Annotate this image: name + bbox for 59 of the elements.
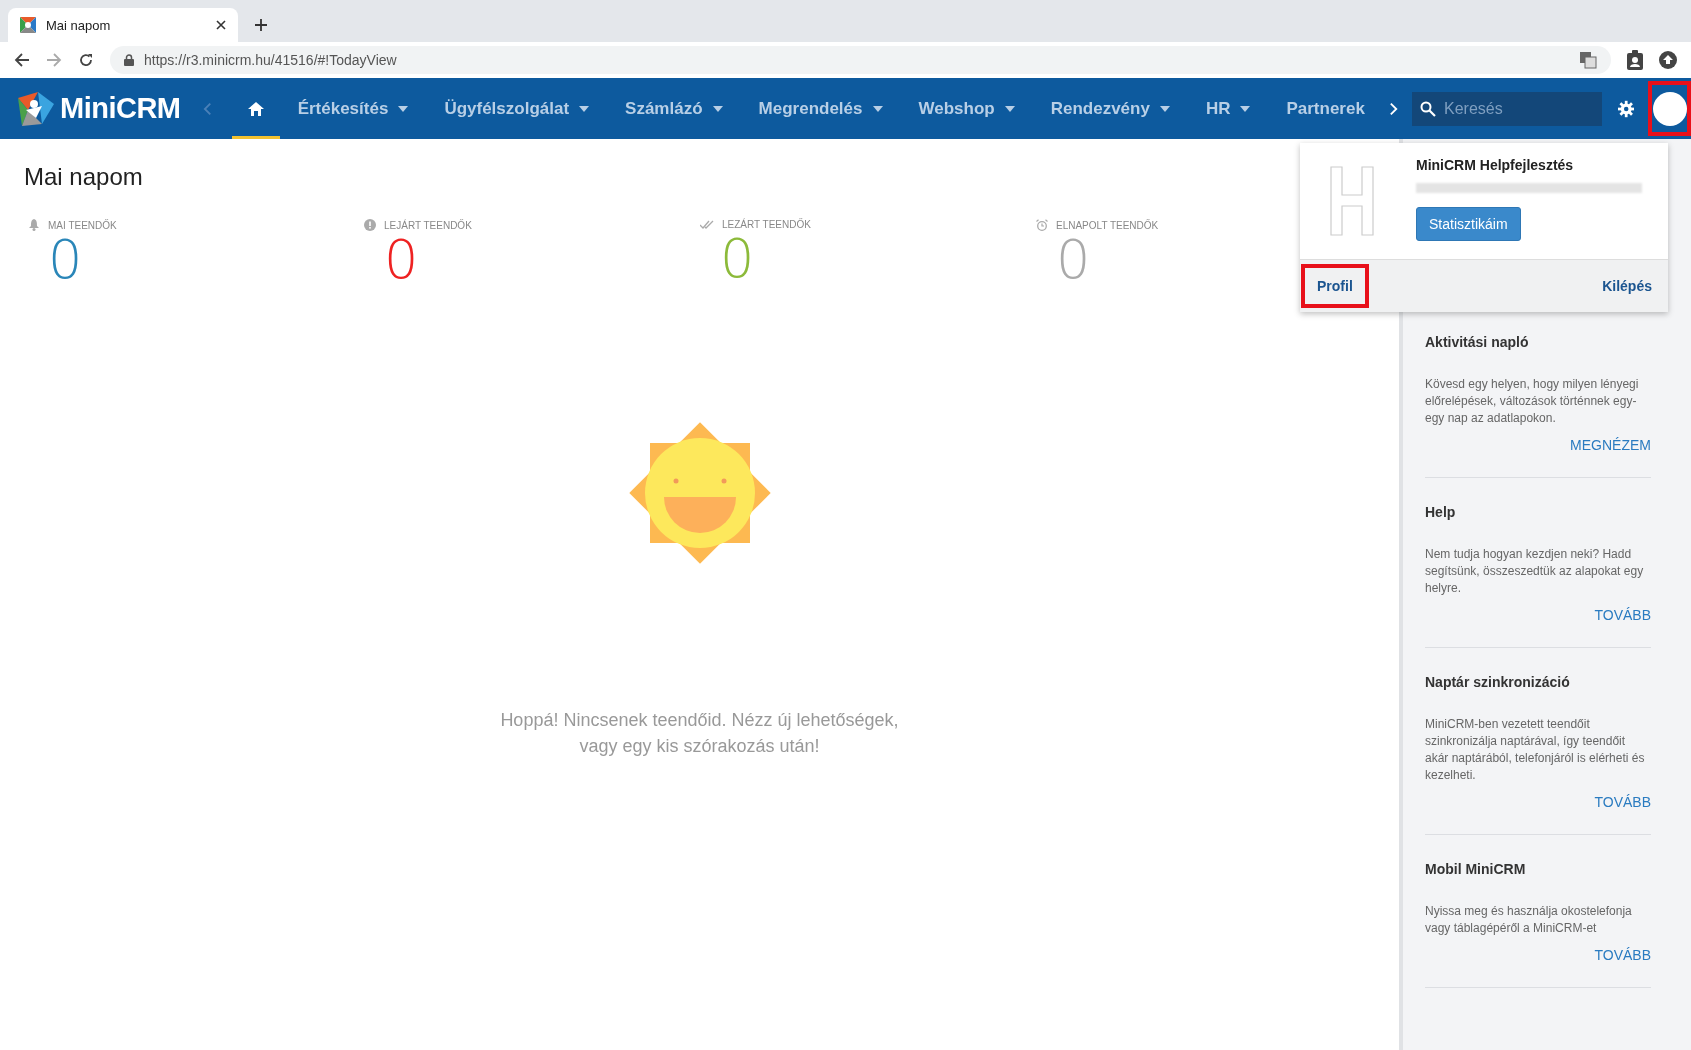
section-link[interactable]: MEGNÉZEM (1570, 437, 1651, 453)
section-link[interactable]: TOVÁBB (1594, 947, 1651, 963)
back-icon[interactable] (14, 52, 30, 68)
app-logo-icon (20, 17, 36, 33)
stat-label: ELNAPOLT TEENDŐK (1056, 219, 1159, 231)
nav-menu-item[interactable]: Partnerek (1268, 78, 1383, 139)
letter-mark-icon (1330, 166, 1374, 236)
stat-count: 0 (48, 233, 83, 287)
browser-tab[interactable]: Mai napom (8, 8, 238, 42)
new-tab-icon[interactable] (254, 18, 268, 32)
empty-message: vagy egy kis szórakozás után! (579, 735, 820, 758)
clipboard-person-icon[interactable] (1627, 50, 1643, 70)
translate-icon[interactable] (1579, 51, 1597, 69)
section-link[interactable]: TOVÁBB (1594, 794, 1651, 810)
empty-message: Hoppá! Nincsenek teendőid. Nézz új lehetőségek, (500, 709, 899, 732)
reload-icon[interactable] (78, 52, 94, 68)
avatar[interactable] (1652, 91, 1687, 126)
search-field[interactable]: Keresés (1412, 91, 1602, 126)
settings-icon[interactable] (1618, 99, 1635, 118)
double-check-icon (700, 219, 714, 230)
stat-label: LEJÁRT TEENDŐK (384, 219, 472, 231)
section-title: Aktivitási napló (1425, 334, 1530, 350)
stat-count: 0 (720, 232, 755, 286)
stat-count: 0 (1056, 233, 1091, 287)
chevron-right-icon[interactable] (1388, 100, 1398, 117)
stat-label: MAI TEENDŐK (48, 219, 117, 231)
nav-menu-item[interactable]: HR (1187, 78, 1269, 139)
profile-link[interactable]: Profil (1301, 264, 1369, 308)
nav-menu-item[interactable]: Megrendelés (740, 78, 901, 139)
logo-icon (16, 89, 56, 128)
address-field[interactable]: https://r3.minicrm.hu/41516/#!TodayView (110, 46, 1611, 74)
section-title: Naptár szinkronizáció (1425, 674, 1571, 690)
stat-label: LEZÁRT TEENDŐK (722, 219, 811, 230)
tab-title: Mai napom (46, 17, 112, 33)
nav-menu-item[interactable]: Értékesítés (279, 78, 427, 139)
section-text: Kövesd egy helyen, hogy milyen lényegi előrelépések, változások történnek egy-egy nap az adatlapokon. (1425, 376, 1640, 427)
stats-button[interactable]: Statisztikáim (1416, 207, 1521, 241)
stat-count: 0 (384, 233, 419, 287)
section-text: Nem tudja hogyan kezdjen neki? Hadd segítsünk, összeszedtük az alapokat egy helyre. (1425, 546, 1645, 597)
logo-text[interactable]: MiniCRM (60, 92, 181, 125)
section-title: Help (1425, 504, 1457, 520)
nav-menu-item[interactable]: Webshop (900, 78, 1033, 139)
nav-menu-item[interactable]: Számlázó (607, 78, 741, 139)
section-text: MiniCRM-ben vezetett teendőit szinkronizálja naptárával, így teendőit akár naptárából, telefonjáról is elérheti és kezelheti. (1425, 716, 1646, 784)
upload-icon[interactable] (1659, 51, 1677, 69)
section-title: Mobil MiniCRM (1425, 861, 1527, 877)
section-link[interactable]: TOVÁBB (1594, 607, 1651, 623)
section-text: Nyissa meg és használja okostelefonja vagy táblagépéről a MiniCRM-et (1425, 903, 1633, 937)
close-icon[interactable] (216, 20, 226, 30)
page-title: Mai napom (24, 163, 144, 191)
home-icon (247, 101, 264, 116)
alert-icon (364, 219, 376, 231)
nav-menu-item[interactable]: Ügyfélszolgálat (426, 78, 608, 139)
logout-link[interactable]: Kilépés (1602, 278, 1652, 294)
user-name: MiniCRM Helpfejlesztés (1416, 157, 1575, 173)
lock-icon (124, 54, 134, 66)
nav-menu-item[interactable]: Rendezvény (1032, 78, 1188, 139)
bell-icon (28, 219, 40, 231)
alarm-clock-icon (1036, 219, 1048, 231)
